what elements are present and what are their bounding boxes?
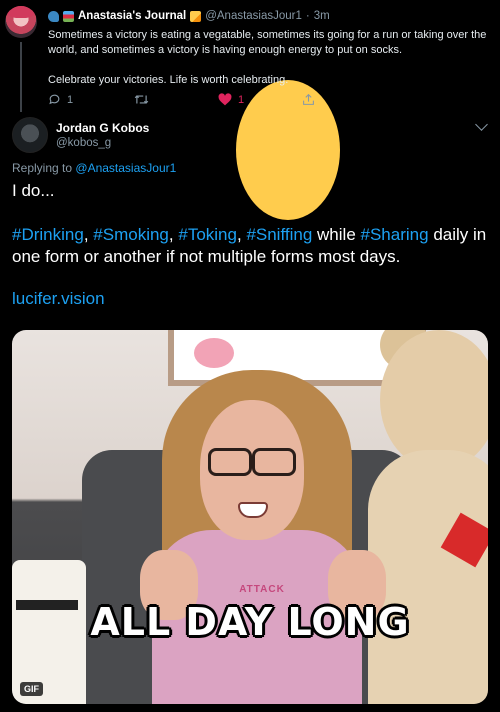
gif-badge: GIF — [20, 682, 43, 696]
retweet-button[interactable] — [134, 93, 155, 106]
parent-tweet-header: Anastasia's Journal @AnastasiasJour1 · 3… — [48, 10, 340, 220]
thread-line — [20, 42, 22, 112]
replying-prefix: Replying to — [12, 161, 73, 175]
share-icon — [303, 93, 314, 105]
memo-emoji-icon — [190, 10, 202, 22]
hashtag-link[interactable]: #Toking — [178, 225, 237, 244]
author-avatar[interactable] — [12, 117, 48, 153]
parent-avatar[interactable] — [5, 6, 37, 38]
parent-tweet[interactable]: Anastasia's Journal @AnastasiasJour1 · 3… — [0, 0, 500, 220]
parent-text-paragraph-2: Celebrate your victories. Life is worth … — [48, 74, 289, 86]
tweet-hashtag-sentence: #Drinking, #Smoking, #Toking, #Sniffing … — [12, 224, 488, 268]
header-separator: · — [305, 10, 310, 22]
parent-text-paragraph-1: Sometimes a victory is eating a vegatabl… — [48, 29, 487, 56]
chevron-down-icon[interactable] — [475, 118, 488, 131]
comma: , — [168, 225, 174, 244]
reply-button[interactable]: 1 — [48, 93, 73, 106]
heart-icon — [218, 93, 232, 106]
parent-tweet-text: Sometimes a victory is eating a vegatabl… — [48, 28, 488, 88]
connector-word: while — [317, 225, 356, 244]
share-button[interactable] — [302, 93, 315, 106]
external-link[interactable]: lucifer.vision — [12, 288, 488, 310]
tweet-body: I do... #Drinking, #Smoking, #Toking, #S… — [12, 180, 488, 310]
gif-media[interactable]: ATTACK ALL DAY LONG GIF — [12, 330, 488, 704]
books-emoji-icon — [63, 10, 74, 22]
parent-handle[interactable]: @AnastasiasJour1 — [205, 10, 302, 22]
teddy-bear-head — [380, 330, 488, 470]
like-count: 1 — [238, 93, 245, 106]
hashtag-link[interactable]: #Sharing — [361, 225, 429, 244]
replying-to-link[interactable]: @AnastasiasJour1 — [75, 161, 176, 175]
comma: , — [236, 225, 242, 244]
hashtag-link[interactable]: #Sniffing — [246, 225, 312, 244]
reply-count: 1 — [67, 93, 74, 106]
hashtag-link[interactable]: #Smoking — [93, 225, 169, 244]
like-button[interactable]: 1 — [218, 93, 244, 106]
gif-caption: ALL DAY LONG — [90, 600, 410, 644]
blue-emoji-icon — [48, 10, 59, 22]
reply-icon — [49, 94, 60, 105]
comma: , — [83, 225, 89, 244]
parent-timestamp[interactable]: 3m — [314, 10, 330, 22]
author-display-name[interactable]: Jordan G Kobos — [56, 121, 149, 135]
author-handle[interactable]: @kobos_g — [56, 137, 111, 149]
parent-display-name[interactable]: Anastasia's Journal — [78, 10, 186, 22]
teddy-bear-body — [368, 450, 488, 704]
shirt-print: ATTACK — [239, 584, 285, 595]
parent-action-bar: 1 1 — [48, 93, 328, 107]
glasses — [208, 448, 296, 476]
retweet-icon — [134, 95, 149, 104]
replying-to-line: Replying to @AnastasiasJour1 — [12, 161, 176, 175]
tweet-intro: I do... — [12, 181, 55, 200]
hashtag-link[interactable]: #Drinking — [12, 225, 84, 244]
